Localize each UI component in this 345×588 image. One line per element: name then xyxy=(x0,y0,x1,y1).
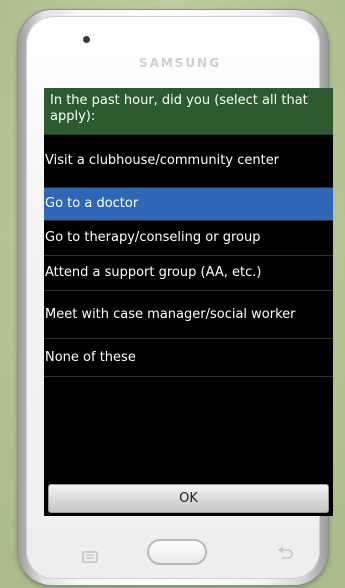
menu-icon[interactable] xyxy=(82,548,98,563)
option-support-group[interactable]: Attend a support group (AA, etc.) xyxy=(44,256,333,291)
front-camera-icon xyxy=(83,36,90,43)
option-go-to-doctor[interactable]: Go to a doctor xyxy=(44,188,333,221)
phone-screen: In the past hour, did you (select all th… xyxy=(44,88,333,516)
option-visit-clubhouse[interactable]: Visit a clubhouse/community center xyxy=(44,135,333,188)
option-label: Attend a support group (AA, etc.) xyxy=(45,265,262,280)
question-text: In the past hour, did you (select all th… xyxy=(50,93,308,124)
home-button[interactable] xyxy=(147,539,207,565)
option-none[interactable]: None of these xyxy=(44,339,333,377)
question-header: In the past hour, did you (select all th… xyxy=(44,88,333,135)
option-therapy[interactable]: Go to therapy/conseling or group xyxy=(44,221,333,256)
option-case-manager[interactable]: Meet with case manager/social worker xyxy=(44,291,333,339)
back-icon[interactable] xyxy=(276,546,294,560)
button-bar: OK xyxy=(44,481,333,516)
option-label: Go to a doctor xyxy=(45,196,139,211)
option-label: None of these xyxy=(45,349,136,365)
option-label: Visit a clubhouse/community center xyxy=(45,153,280,168)
option-label: Meet with case manager/social worker xyxy=(45,306,296,322)
option-label: Go to therapy/conseling or group xyxy=(45,230,261,245)
brand-logo: SAMSUNG xyxy=(138,56,222,70)
ok-button[interactable]: OK xyxy=(48,484,329,513)
